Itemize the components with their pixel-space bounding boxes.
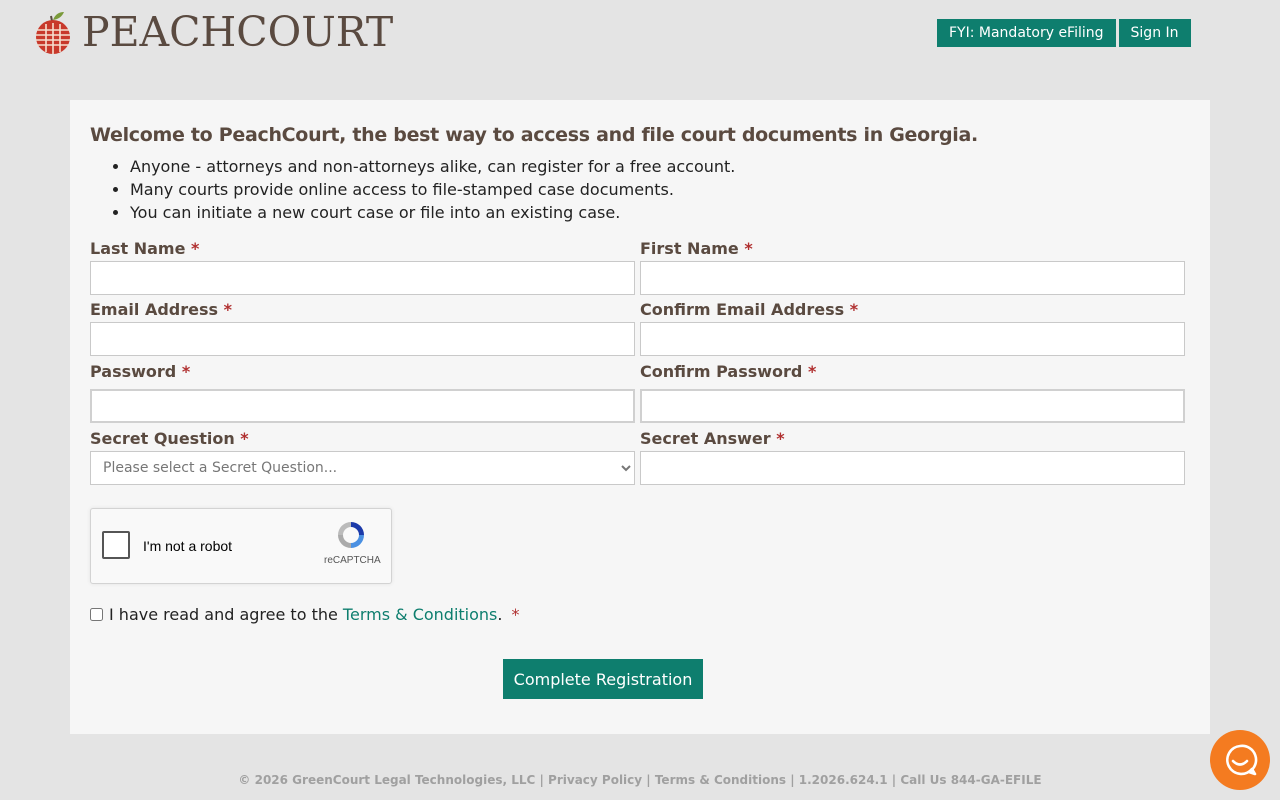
list-item: Anyone - attorneys and non-attorneys ali…	[130, 155, 735, 178]
password-group: Password *	[90, 362, 635, 423]
secret-answer-label: Secret Answer *	[640, 429, 785, 448]
confirm-email-input[interactable]	[640, 322, 1185, 356]
terms-checkbox[interactable]	[90, 608, 103, 621]
logo-text: PEACHCOURT	[82, 8, 394, 56]
logo[interactable]: PEACHCOURT	[34, 10, 393, 54]
header: PEACHCOURT FYI: Mandatory eFiling Sign I…	[0, 0, 1280, 70]
list-item: You can initiate a new court case or fil…	[130, 201, 735, 224]
first-name-label: First Name *	[640, 239, 753, 258]
first-name-input[interactable]	[640, 261, 1185, 295]
chat-button[interactable]	[1210, 730, 1270, 790]
welcome-heading: Welcome to PeachCourt, the best way to a…	[90, 124, 978, 146]
list-item: Many courts provide online access to fil…	[130, 178, 735, 201]
confirm-email-group: Confirm Email Address *	[640, 300, 1185, 356]
peach-logo-icon	[36, 12, 70, 54]
email-input[interactable]	[90, 322, 635, 356]
last-name-label: Last Name *	[90, 239, 200, 258]
confirm-password-label: Confirm Password *	[640, 362, 817, 381]
sign-in-button[interactable]: Sign In	[1118, 19, 1191, 47]
terms-agreement: I have read and agree to the Terms & Con…	[90, 605, 519, 624]
confirm-password-input[interactable]	[640, 389, 1185, 423]
first-name-group: First Name *	[640, 239, 1185, 295]
recaptcha-checkbox[interactable]	[102, 531, 130, 559]
intro-list: Anyone - attorneys and non-attorneys ali…	[90, 155, 735, 224]
email-group: Email Address *	[90, 300, 635, 356]
complete-registration-button[interactable]: Complete Registration	[503, 659, 703, 699]
email-label: Email Address *	[90, 300, 232, 319]
top-nav: FYI: Mandatory eFiling Sign In	[937, 19, 1191, 47]
password-label: Password *	[90, 362, 191, 381]
mandatory-efiling-button[interactable]: FYI: Mandatory eFiling	[937, 19, 1116, 47]
last-name-input[interactable]	[90, 261, 635, 295]
recaptcha-brand: reCAPTCHA	[324, 555, 381, 566]
terms-link[interactable]: Terms & Conditions	[343, 605, 497, 624]
secret-question-select[interactable]: Please select a Secret Question...	[90, 451, 635, 485]
footer: © 2026 GreenCourt Legal Technologies, LL…	[238, 773, 1042, 787]
recaptcha-icon	[338, 522, 364, 548]
required-mark: *	[511, 605, 520, 624]
secret-question-group: Secret Question * Please select a Secret…	[90, 429, 635, 485]
confirm-password-group: Confirm Password *	[640, 362, 1185, 423]
registration-panel: Welcome to PeachCourt, the best way to a…	[70, 100, 1210, 734]
terms-prefix: I have read and agree to the	[109, 605, 338, 624]
secret-answer-input[interactable]	[640, 451, 1185, 485]
chat-bubble-icon	[1226, 744, 1258, 776]
recaptcha-widget: I'm not a robot reCAPTCHA	[90, 508, 392, 584]
secret-answer-group: Secret Answer *	[640, 429, 1185, 485]
terms-suffix: .	[497, 605, 503, 624]
secret-question-label: Secret Question *	[90, 429, 249, 448]
password-input[interactable]	[90, 389, 635, 423]
recaptcha-label: I'm not a robot	[143, 538, 233, 554]
last-name-group: Last Name *	[90, 239, 635, 295]
confirm-email-label: Confirm Email Address *	[640, 300, 859, 319]
